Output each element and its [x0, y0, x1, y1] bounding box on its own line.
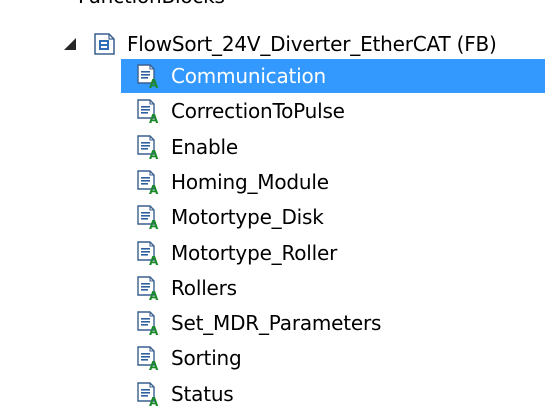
function-block-icon: [92, 31, 118, 57]
tree-node-method[interactable]: A Set_MDR_Parameters: [0, 306, 545, 340]
method-icon: A: [136, 345, 162, 371]
tree-node-method[interactable]: A Homing_Module: [0, 165, 545, 199]
tree-node-method[interactable]: A Status: [0, 377, 545, 411]
tree-node-functionblocks[interactable]: FunctionBlocks: [0, 0, 545, 20]
tree-node-method[interactable]: A Motortype_Roller: [0, 236, 545, 270]
tree-node-method[interactable]: A Rollers: [0, 271, 545, 305]
method-icon: A: [136, 63, 162, 89]
tree-node-method[interactable]: A Sorting: [0, 341, 545, 375]
tree-node-label: FunctionBlocks: [78, 0, 225, 10]
method-icon: A: [136, 310, 162, 336]
tree-node-method[interactable]: A Enable: [0, 130, 545, 164]
svg-text:A: A: [149, 289, 159, 301]
svg-text:A: A: [149, 183, 159, 195]
svg-text:A: A: [149, 324, 159, 336]
tree-node-label: Motortype_Roller: [171, 240, 338, 265]
svg-text:A: A: [149, 218, 159, 230]
tree-node-label: Status: [171, 381, 234, 406]
tree-node-label: Homing_Module: [171, 169, 329, 194]
tree-node-function-block[interactable]: FlowSort_24V_Diverter_EtherCAT (FB): [0, 27, 545, 61]
tree-node-label: Sorting: [171, 346, 242, 371]
method-icon: A: [136, 381, 162, 407]
tree-node-label: FlowSort_24V_Diverter_EtherCAT (FB): [127, 32, 497, 56]
svg-text:A: A: [149, 112, 159, 124]
tree-node-method[interactable]: A Communication: [0, 59, 545, 93]
svg-text:A: A: [149, 254, 159, 266]
tree-node-method[interactable]: A CorrectionToPulse: [0, 94, 545, 128]
project-tree: FunctionBlocks FlowSort_24V_Diverter_Eth…: [0, 0, 545, 414]
method-icon: A: [136, 204, 162, 230]
tree-node-label: Rollers: [171, 275, 237, 300]
svg-text:A: A: [149, 359, 159, 371]
svg-text:A: A: [149, 77, 159, 89]
collapse-arrow-icon[interactable]: [64, 38, 76, 50]
method-icon: A: [136, 98, 162, 124]
tree-node-label: Motortype_Disk: [171, 205, 324, 230]
tree-node-method[interactable]: A Motortype_Disk: [0, 200, 545, 234]
svg-text:A: A: [149, 148, 159, 160]
method-icon: A: [136, 169, 162, 195]
svg-text:A: A: [149, 395, 159, 407]
tree-node-label: Enable: [171, 134, 238, 159]
tree-node-label: Set_MDR_Parameters: [171, 311, 382, 336]
tree-node-label: CorrectionToPulse: [171, 99, 345, 124]
method-icon: A: [136, 240, 162, 266]
method-icon: A: [136, 134, 162, 160]
method-icon: A: [136, 275, 162, 301]
tree-node-label: Communication: [171, 64, 327, 88]
